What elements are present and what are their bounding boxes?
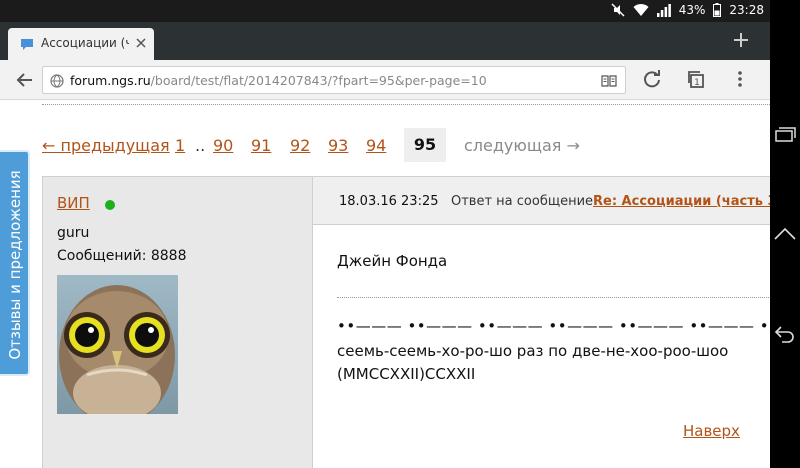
page-link[interactable]: 93	[328, 136, 348, 155]
post-date: 18.03.16 23:25	[339, 194, 439, 209]
pager-ellipsis: ..	[195, 136, 206, 155]
battery-icon	[713, 3, 722, 17]
back-arrow-icon[interactable]	[14, 69, 36, 91]
reply-label: Ответ на сообщение	[451, 194, 594, 209]
page-link[interactable]: 90	[213, 136, 233, 155]
chat-bubble-icon	[20, 36, 34, 55]
post-signature-text: сеемь-сеемь-хо-ро-шо раз по две-не-хоо-р…	[337, 342, 729, 360]
recent-apps-icon[interactable]	[773, 122, 797, 146]
divider	[42, 104, 770, 105]
divider	[337, 297, 770, 298]
post-text: Джейн Фонда	[337, 252, 448, 270]
author-panel: ВИП guru Сообщений: 8888	[43, 177, 313, 468]
avatar	[57, 275, 178, 414]
url-host: forum.ngs.ru	[70, 73, 151, 88]
post-header: 18.03.16 23:25 Ответ на сообщение Re: Ас…	[313, 177, 770, 225]
url-path: /board/test/flat/2014207843/?fpart=95&pe…	[150, 73, 487, 88]
close-icon[interactable]	[134, 35, 148, 49]
back-to-top-link[interactable]: Наверх	[683, 422, 740, 440]
globe-icon	[50, 73, 64, 92]
signal-icon	[656, 3, 671, 17]
tab-switcher-icon[interactable]: 1	[686, 69, 706, 93]
mute-icon	[611, 3, 625, 17]
home-icon[interactable]	[773, 222, 797, 246]
online-status-icon	[105, 200, 115, 210]
page-link-first[interactable]: 1	[175, 136, 185, 155]
feedback-label: Отзывы и предложения	[6, 170, 24, 360]
svg-text:1: 1	[694, 78, 700, 88]
back-nav-icon[interactable]	[773, 322, 797, 346]
wifi-icon	[633, 3, 649, 17]
post-content: 18.03.16 23:25 Ответ на сообщение Re: Ас…	[313, 177, 770, 468]
clock: 23:28	[729, 3, 764, 17]
feedback-tab[interactable]: Отзывы и предложения	[0, 150, 30, 376]
next-page-label: следующая →	[464, 136, 580, 155]
current-page: 95	[404, 128, 446, 162]
browser-toolbar: forum.ngs.ru/board/test/flat/2014207843/…	[0, 60, 770, 100]
reply-to-link[interactable]: Re: Ассоциации (часть 34)	[593, 194, 770, 209]
forum-post: ВИП guru Сообщений: 8888 18.03.16 23:25 …	[42, 176, 770, 468]
tab-strip: Ассоциации (час	[0, 22, 770, 60]
page-link[interactable]: 91	[251, 136, 271, 155]
system-nav-bar	[770, 0, 800, 468]
author-rank: guru	[57, 225, 90, 241]
post-signature-text: (MMCCXXII)CCXXII	[337, 365, 476, 383]
page-link[interactable]: 94	[366, 136, 386, 155]
author-name-link[interactable]: ВИП	[57, 194, 90, 212]
page-link[interactable]: 92	[290, 136, 310, 155]
new-tab-plus-icon[interactable]	[731, 30, 751, 50]
browser-tab[interactable]: Ассоциации (час	[8, 28, 154, 60]
page-content: Отзывы и предложения ← предыдущая 1 .. 9…	[0, 100, 770, 468]
overflow-menu-icon[interactable]	[730, 69, 750, 93]
reload-icon[interactable]	[642, 69, 662, 93]
reader-mode-icon[interactable]	[601, 73, 617, 92]
post-signature-morse: ••——— ••——— ••——— ••——— ••——— ••——— ••	[337, 317, 770, 335]
status-bar: 43% 23:28	[0, 0, 770, 22]
url-text: forum.ngs.ru/board/test/flat/2014207843/…	[70, 73, 487, 88]
prev-page-link[interactable]: ← предыдущая	[42, 136, 170, 155]
author-post-count: Сообщений: 8888	[57, 248, 187, 264]
browser-window: Ассоциации (час forum.ngs.ru/board/test/…	[0, 22, 770, 468]
tab-title: Ассоциации (час	[41, 36, 129, 50]
address-bar[interactable]: forum.ngs.ru/board/test/flat/2014207843/…	[42, 66, 626, 94]
battery-level: 43%	[678, 3, 706, 17]
